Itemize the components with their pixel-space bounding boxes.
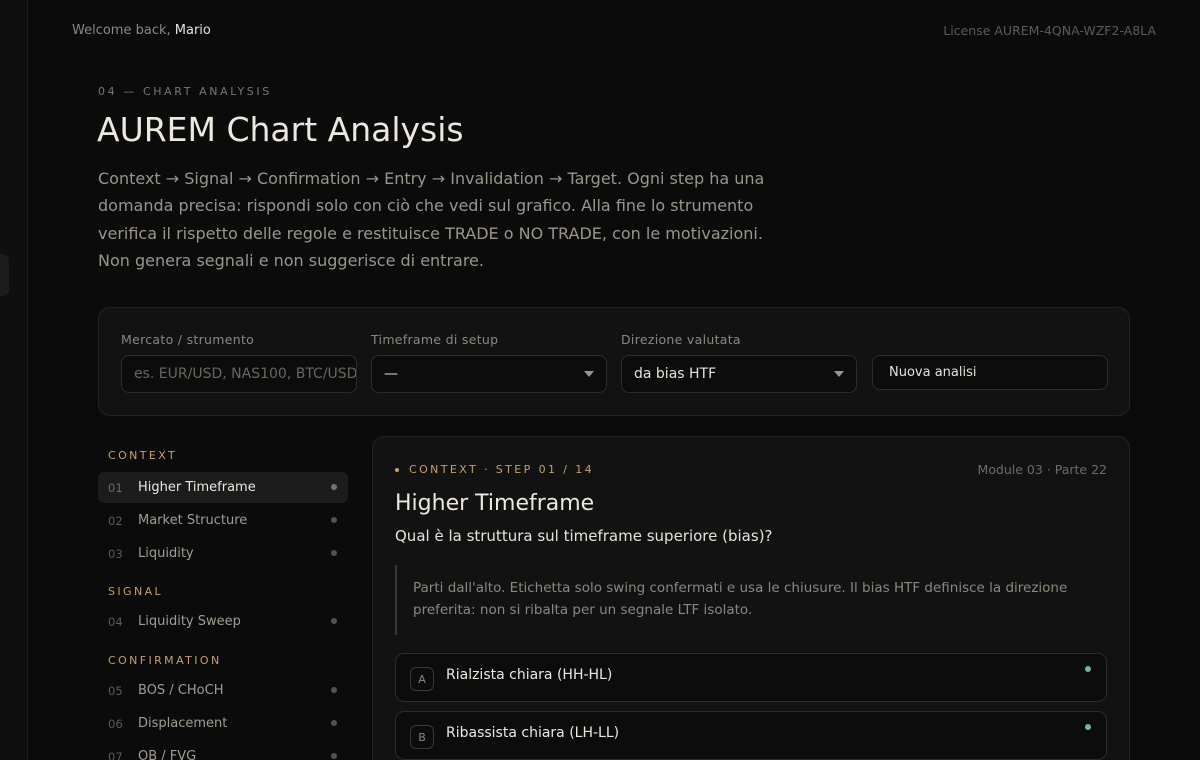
step-eyebrow: CONTEXT · STEP 01 / 14 [395, 463, 594, 476]
option-label: Rialzista chiara (HH-HL) [446, 667, 613, 683]
step-label: Liquidity [138, 546, 194, 561]
topbar: Welcome back, Mario License AUREM-4QNA-W… [72, 20, 1156, 40]
step-label: Liquidity Sweep [138, 614, 241, 629]
step-market-structure[interactable]: 02 Market Structure [98, 505, 348, 536]
group-title: SIGNAL [108, 585, 164, 598]
section-eyebrow: 04 — CHART ANALYSIS [98, 85, 272, 98]
step-title: Higher Timeframe [395, 491, 595, 516]
user-name: Mario [174, 22, 211, 38]
direction-label: Direzione valutata [621, 332, 741, 347]
group-title: CONTEXT [108, 449, 178, 462]
market-label: Mercato / strumento [121, 332, 255, 347]
step-number: 03 [108, 546, 123, 561]
step-number: 04 [108, 614, 123, 629]
group-signal: SIGNAL 04 Liquidity Sweep [98, 582, 348, 637]
answer-option-b[interactable]: B Ribassista chiara (LH-LL) [395, 711, 1107, 760]
rail-handle[interactable] [0, 254, 9, 296]
step-label: Displacement [138, 716, 228, 731]
market-placeholder: es. EUR/USD, NAS100, BTC/USD [134, 366, 357, 382]
module-reference: Module 03 · Parte 22 [977, 462, 1108, 477]
step-label: Higher Timeframe [138, 480, 256, 495]
step-label: Market Structure [138, 513, 248, 528]
status-dot-icon [1085, 724, 1091, 730]
new-analysis-button[interactable]: Nuova analisi [872, 355, 1108, 390]
step-liquidity-sweep[interactable]: 04 Liquidity Sweep [98, 606, 348, 637]
intro-text: Context → Signal → Confirmation → Entry … [98, 169, 765, 270]
step-number: 02 [108, 513, 123, 528]
status-dot-icon [1085, 666, 1091, 672]
status-dot-icon [331, 484, 337, 490]
step-number: 07 [108, 749, 123, 760]
timeframe-select[interactable]: — [371, 355, 607, 393]
step-higher-timeframe[interactable]: 01 Higher Timeframe [98, 472, 348, 503]
step-bos-choch[interactable]: 05 BOS / CHoCH [98, 675, 348, 706]
step-label: OB / FVG [138, 749, 197, 760]
group-title: CONFIRMATION [108, 654, 222, 667]
chevron-down-icon [834, 371, 844, 377]
step-number: 05 [108, 683, 123, 698]
step-question: Qual è la struttura sul timeframe superi… [395, 527, 773, 545]
page-title: AUREM Chart Analysis [97, 110, 464, 149]
welcome-prefix: Welcome back, [72, 22, 171, 38]
step-eyebrow-text: CONTEXT · STEP 01 / 14 [409, 463, 595, 476]
step-ob-fvg[interactable]: 07 OB / FVG [98, 741, 348, 760]
setup-card: Mercato / strumento es. EUR/USD, NAS100,… [98, 307, 1130, 416]
step-hint: Parti dall'alto. Etichetta solo swing co… [395, 565, 1085, 635]
license-key: License AUREM-4QNA-WZF2-A8LA [943, 22, 1156, 38]
status-dot-icon [331, 618, 337, 624]
status-dot-icon [331, 753, 337, 759]
status-dot-icon [331, 720, 337, 726]
option-letter: B [410, 725, 434, 749]
option-letter: A [410, 667, 434, 691]
step-displacement[interactable]: 06 Displacement [98, 708, 348, 739]
timeframe-label: Timeframe di setup [371, 332, 499, 347]
answer-option-a[interactable]: A Rialzista chiara (HH-HL) [395, 653, 1107, 702]
step-number: 06 [108, 716, 123, 731]
direction-value: da bias HTF [634, 366, 717, 382]
status-dot-icon [331, 687, 337, 693]
step-number: 01 [108, 480, 123, 495]
direction-select[interactable]: da bias HTF [621, 355, 857, 393]
steps-nav: CONTEXT 01 Higher Timeframe 02 Market St… [98, 446, 348, 760]
timeframe-value: — [384, 366, 398, 382]
step-detail-card: CONTEXT · STEP 01 / 14 Module 03 · Parte… [372, 436, 1130, 760]
group-confirmation: CONFIRMATION 05 BOS / CHoCH 06 Displacem… [98, 651, 348, 760]
step-label: BOS / CHoCH [138, 683, 224, 698]
chevron-down-icon [584, 371, 594, 377]
bullet-dot-icon [395, 467, 399, 472]
status-dot-icon [331, 550, 337, 556]
market-input[interactable]: es. EUR/USD, NAS100, BTC/USD [121, 355, 357, 393]
left-rail [0, 0, 28, 760]
option-label: Ribassista chiara (LH-LL) [446, 725, 620, 741]
status-dot-icon [331, 517, 337, 523]
step-liquidity[interactable]: 03 Liquidity [98, 538, 348, 569]
group-context: CONTEXT 01 Higher Timeframe 02 Market St… [98, 446, 348, 569]
welcome-message: Welcome back, Mario [72, 23, 211, 38]
